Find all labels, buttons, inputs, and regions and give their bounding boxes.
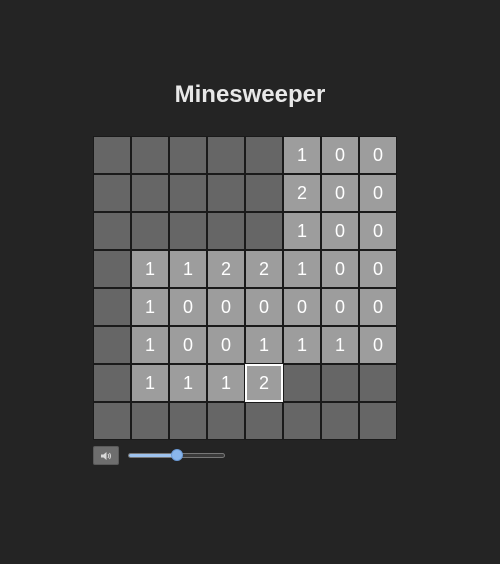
- hidden-cell[interactable]: [131, 212, 169, 250]
- revealed-cell[interactable]: 0: [359, 250, 397, 288]
- hidden-cell[interactable]: [93, 136, 131, 174]
- minesweeper-board: 1002001001122100100000010011101112: [93, 136, 397, 440]
- hidden-cell[interactable]: [245, 136, 283, 174]
- hidden-cell[interactable]: [207, 212, 245, 250]
- hidden-cell[interactable]: [131, 136, 169, 174]
- revealed-cell[interactable]: 0: [359, 136, 397, 174]
- revealed-cell[interactable]: 1: [283, 326, 321, 364]
- revealed-cell[interactable]: 0: [321, 250, 359, 288]
- hidden-cell[interactable]: [283, 402, 321, 440]
- page-title: Minesweeper: [174, 81, 326, 108]
- hidden-cell[interactable]: [93, 250, 131, 288]
- hidden-cell[interactable]: [93, 364, 131, 402]
- revealed-cell[interactable]: 0: [321, 212, 359, 250]
- revealed-cell[interactable]: 0: [321, 288, 359, 326]
- volume-slider[interactable]: [128, 449, 225, 461]
- sound-toggle-button[interactable]: [93, 446, 119, 465]
- revealed-cell[interactable]: 0: [169, 326, 207, 364]
- revealed-cell[interactable]: 0: [169, 288, 207, 326]
- hidden-cell[interactable]: [131, 402, 169, 440]
- revealed-cell[interactable]: 2: [245, 364, 283, 402]
- revealed-cell[interactable]: 1: [283, 136, 321, 174]
- revealed-cell[interactable]: 0: [359, 326, 397, 364]
- hidden-cell[interactable]: [169, 136, 207, 174]
- revealed-cell[interactable]: 0: [283, 288, 321, 326]
- hidden-cell[interactable]: [93, 212, 131, 250]
- hidden-cell[interactable]: [207, 174, 245, 212]
- revealed-cell[interactable]: 1: [321, 326, 359, 364]
- revealed-cell[interactable]: 2: [207, 250, 245, 288]
- speaker-icon: [101, 451, 111, 460]
- revealed-cell[interactable]: 1: [169, 250, 207, 288]
- controls-bar: [93, 446, 397, 466]
- revealed-cell[interactable]: 1: [131, 364, 169, 402]
- revealed-cell[interactable]: 1: [131, 288, 169, 326]
- hidden-cell[interactable]: [169, 402, 207, 440]
- game-page: Minesweeper 1002001001122100100000010011…: [0, 0, 500, 564]
- revealed-cell[interactable]: 0: [245, 288, 283, 326]
- volume-slider-thumb[interactable]: [170, 449, 183, 461]
- revealed-cell[interactable]: 0: [207, 326, 245, 364]
- hidden-cell[interactable]: [131, 174, 169, 212]
- hidden-cell[interactable]: [207, 136, 245, 174]
- hidden-cell[interactable]: [245, 212, 283, 250]
- hidden-cell[interactable]: [321, 402, 359, 440]
- hidden-cell[interactable]: [169, 174, 207, 212]
- revealed-cell[interactable]: 1: [207, 364, 245, 402]
- revealed-cell[interactable]: 1: [169, 364, 207, 402]
- hidden-cell[interactable]: [93, 174, 131, 212]
- volume-slider-fill: [129, 454, 177, 457]
- revealed-cell[interactable]: 1: [245, 326, 283, 364]
- hidden-cell[interactable]: [93, 326, 131, 364]
- revealed-cell[interactable]: 0: [359, 212, 397, 250]
- hidden-cell[interactable]: [93, 288, 131, 326]
- revealed-cell[interactable]: 2: [245, 250, 283, 288]
- hidden-cell[interactable]: [93, 402, 131, 440]
- revealed-cell[interactable]: 0: [321, 174, 359, 212]
- revealed-cell[interactable]: 0: [321, 136, 359, 174]
- revealed-cell[interactable]: 0: [359, 288, 397, 326]
- revealed-cell[interactable]: 0: [359, 174, 397, 212]
- revealed-cell[interactable]: 2: [283, 174, 321, 212]
- hidden-cell[interactable]: [207, 402, 245, 440]
- revealed-cell[interactable]: 0: [207, 288, 245, 326]
- hidden-cell[interactable]: [283, 364, 321, 402]
- revealed-cell[interactable]: 1: [283, 250, 321, 288]
- hidden-cell[interactable]: [359, 364, 397, 402]
- revealed-cell[interactable]: 1: [283, 212, 321, 250]
- hidden-cell[interactable]: [359, 402, 397, 440]
- hidden-cell[interactable]: [245, 174, 283, 212]
- hidden-cell[interactable]: [245, 402, 283, 440]
- hidden-cell[interactable]: [169, 212, 207, 250]
- revealed-cell[interactable]: 1: [131, 326, 169, 364]
- revealed-cell[interactable]: 1: [131, 250, 169, 288]
- hidden-cell[interactable]: [321, 364, 359, 402]
